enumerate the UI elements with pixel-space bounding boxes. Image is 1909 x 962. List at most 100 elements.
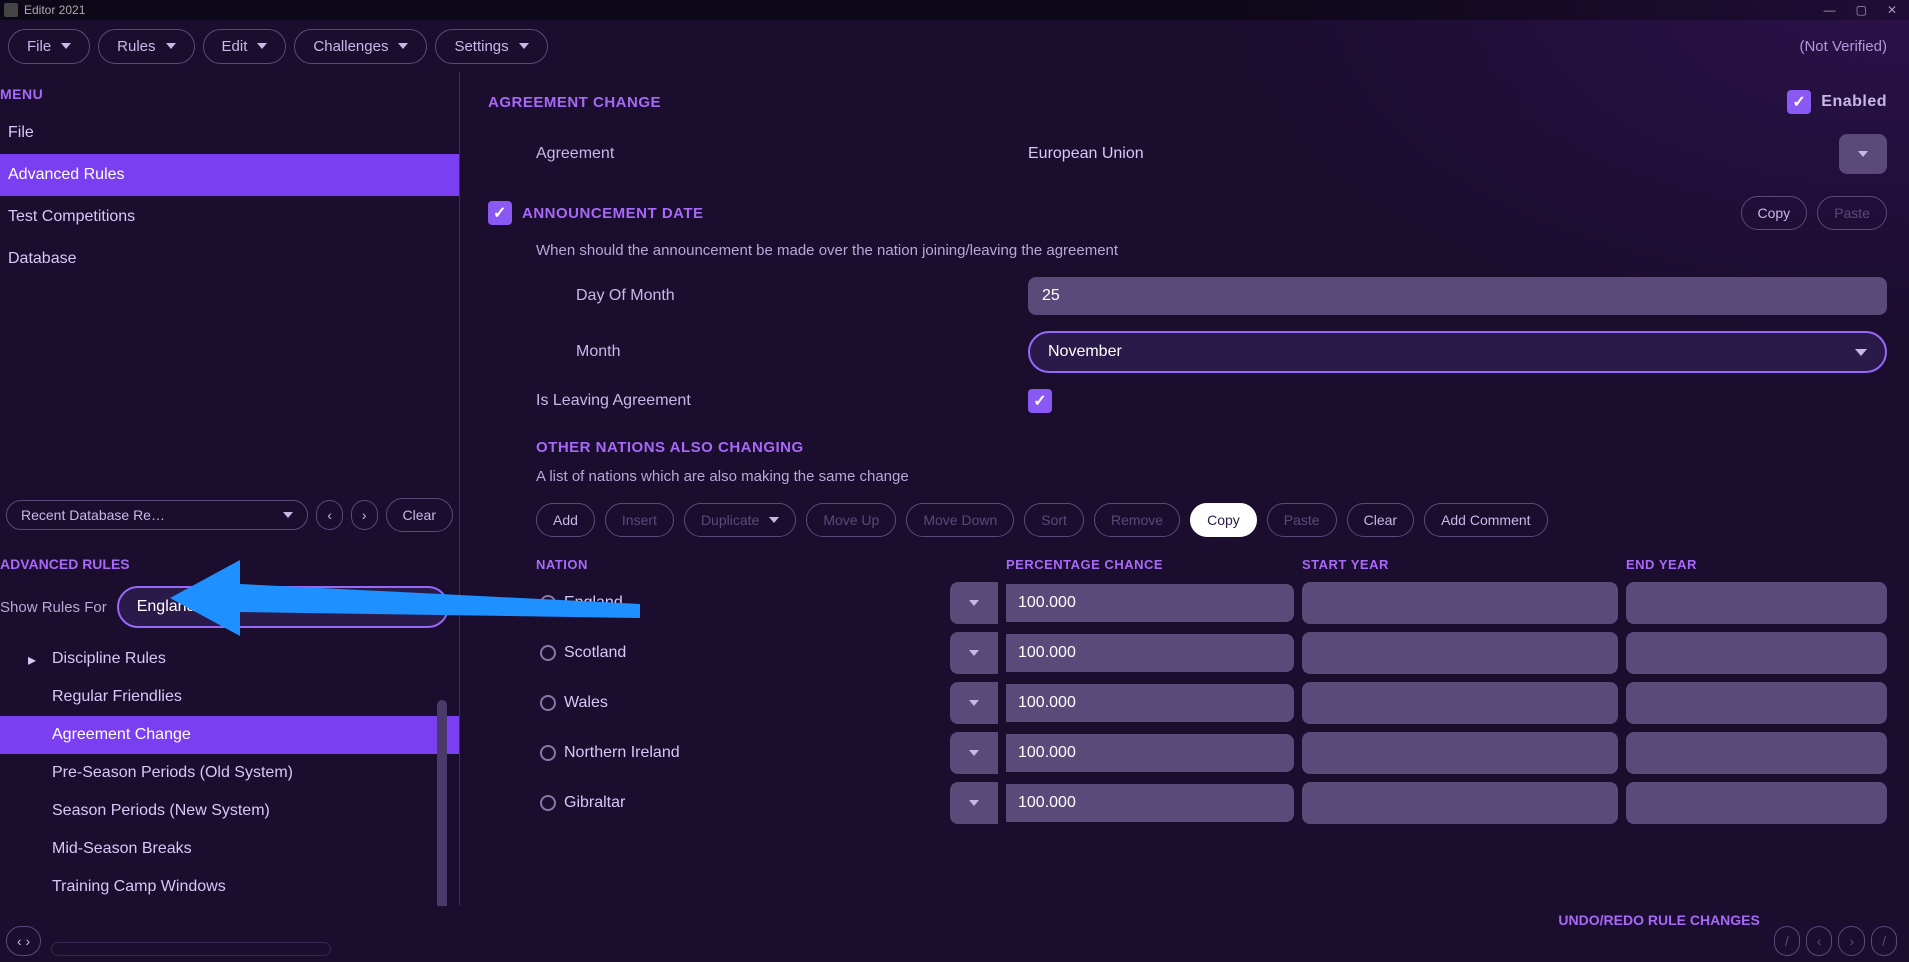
enabled-toggle: Enabled [1787, 90, 1887, 114]
menubar: File Rules Edit Challenges Settings (Not… [0, 20, 1909, 72]
agreement-dropdown[interactable] [1839, 134, 1887, 174]
sidebar-item-file[interactable]: File [0, 112, 459, 154]
prev-record-button[interactable]: ‹ [316, 500, 343, 530]
add-comment-button[interactable]: Add Comment [1424, 503, 1547, 537]
paste-list-button[interactable]: Paste [1267, 503, 1337, 537]
tree-regular-friendlies[interactable]: Regular Friendlies [0, 678, 459, 716]
tree-midseason-breaks[interactable]: Mid-Season Breaks [0, 830, 459, 868]
start-year-input[interactable] [1302, 732, 1618, 774]
table-row[interactable]: Northern Ireland [536, 732, 1887, 774]
tree-training-camp[interactable]: Training Camp Windows [0, 868, 459, 906]
day-input[interactable] [1028, 277, 1887, 315]
undo-first-button[interactable]: / [1774, 926, 1800, 956]
list-buttons: Add Insert Duplicate Move Up Move Down S… [488, 495, 1887, 551]
clear-button[interactable]: Clear [386, 498, 453, 532]
next-record-button[interactable]: › [351, 500, 378, 530]
start-year-input[interactable] [1302, 682, 1618, 724]
titlebar: Editor 2021 ― ▢ ✕ [0, 0, 1909, 20]
remove-button[interactable]: Remove [1094, 503, 1180, 537]
sort-button[interactable]: Sort [1024, 503, 1084, 537]
sidebar-tools: Recent Database Re… ‹ › Clear [0, 488, 459, 542]
menu-rules[interactable]: Rules [98, 29, 194, 64]
show-rules-for-select[interactable]: England [117, 586, 449, 628]
tree-preseason-periods[interactable]: Pre-Season Periods (Old System) [0, 754, 459, 792]
percentage-input[interactable] [1006, 734, 1294, 772]
footer-prev-group[interactable]: ‹ › [6, 926, 41, 956]
nation-dropdown[interactable] [950, 782, 998, 824]
app-title: Editor 2021 [24, 3, 85, 17]
movedown-button[interactable]: Move Down [906, 503, 1014, 537]
nation-dropdown[interactable] [950, 632, 998, 674]
chevron-down-icon [419, 604, 429, 610]
duplicate-button[interactable]: Duplicate [684, 503, 796, 537]
tree-season-periods[interactable]: Season Periods (New System) [0, 792, 459, 830]
menu-file[interactable]: File [8, 29, 90, 64]
end-year-input[interactable] [1626, 782, 1887, 824]
end-year-input[interactable] [1626, 732, 1887, 774]
nation-dropdown[interactable] [950, 582, 998, 624]
percentage-input[interactable] [1006, 634, 1294, 672]
col-end: END YEAR [1626, 557, 1887, 572]
copy-date-button[interactable]: Copy [1741, 196, 1808, 230]
table-row[interactable]: Gibraltar [536, 782, 1887, 824]
tree-scrollbar[interactable] [437, 700, 447, 906]
month-label: Month [488, 343, 1028, 361]
day-row: Day Of Month [488, 269, 1887, 323]
sidebar-item-advanced-rules[interactable]: Advanced Rules [0, 154, 459, 196]
redo-next-button[interactable]: › [1838, 926, 1865, 956]
table-row[interactable]: Scotland [536, 632, 1887, 674]
end-year-input[interactable] [1626, 632, 1887, 674]
close-icon[interactable]: ✕ [1887, 3, 1897, 17]
copy-list-button[interactable]: Copy [1190, 503, 1257, 537]
leaving-row: Is Leaving Agreement [488, 381, 1887, 421]
footer-nav: / ‹ › / [1774, 926, 1897, 956]
sidebar-item-test-competitions[interactable]: Test Competitions [0, 196, 459, 238]
month-select[interactable]: November [1028, 331, 1887, 373]
other-nations-desc: A list of nations which are also making … [488, 468, 1887, 485]
show-rules-for: Show Rules For England [0, 580, 459, 640]
redo-last-button[interactable]: / [1871, 926, 1897, 956]
paste-date-button[interactable]: Paste [1817, 196, 1887, 230]
end-year-input[interactable] [1626, 582, 1887, 624]
col-nation: NATION [536, 557, 1006, 572]
enabled-checkbox[interactable] [1787, 90, 1811, 114]
footer-select[interactable] [51, 942, 331, 956]
announcement-date-checkbox[interactable] [488, 201, 512, 225]
menu-edit[interactable]: Edit [203, 29, 287, 64]
tree-discipline-rules[interactable]: ▸Discipline Rules [0, 640, 459, 678]
undo-redo-label: UNDO/REDO RULE CHANGES [1558, 906, 1759, 928]
percentage-input[interactable] [1006, 784, 1294, 822]
nation-dropdown[interactable] [950, 732, 998, 774]
undo-prev-button[interactable]: ‹ [1806, 926, 1833, 956]
insert-button[interactable]: Insert [605, 503, 674, 537]
nation-name: Gibraltar [536, 794, 942, 812]
percentage-input[interactable] [1006, 584, 1294, 622]
chevron-down-icon [519, 43, 529, 49]
recent-records-select[interactable]: Recent Database Re… [6, 500, 308, 530]
end-year-input[interactable] [1626, 682, 1887, 724]
chevron-down-icon [1858, 151, 1868, 157]
nation-name: Wales [536, 694, 942, 712]
maximize-icon[interactable]: ▢ [1856, 3, 1867, 17]
content-area: AGREEMENT CHANGE Enabled Agreement Europ… [460, 72, 1909, 906]
start-year-input[interactable] [1302, 782, 1618, 824]
menu-settings[interactable]: Settings [435, 29, 547, 64]
minimize-icon[interactable]: ― [1824, 3, 1836, 17]
leaving-checkbox[interactable] [1028, 389, 1052, 413]
announcement-date-desc: When should the announcement be made ove… [488, 242, 1887, 259]
nation-dropdown[interactable] [950, 682, 998, 724]
other-nations-header: OTHER NATIONS ALSO CHANGING [488, 439, 1887, 456]
start-year-input[interactable] [1302, 582, 1618, 624]
moveup-button[interactable]: Move Up [806, 503, 896, 537]
table-row[interactable]: England [536, 582, 1887, 624]
radio-icon [540, 595, 556, 611]
menu-challenges[interactable]: Challenges [294, 29, 427, 64]
start-year-input[interactable] [1302, 632, 1618, 674]
table-row[interactable]: Wales [536, 682, 1887, 724]
percentage-input[interactable] [1006, 684, 1294, 722]
sidebar-item-database[interactable]: Database [0, 238, 459, 280]
chevron-down-icon [1855, 349, 1867, 356]
add-button[interactable]: Add [536, 503, 595, 537]
tree-agreement-change[interactable]: Agreement Change [0, 716, 459, 754]
clear-list-button[interactable]: Clear [1347, 503, 1414, 537]
